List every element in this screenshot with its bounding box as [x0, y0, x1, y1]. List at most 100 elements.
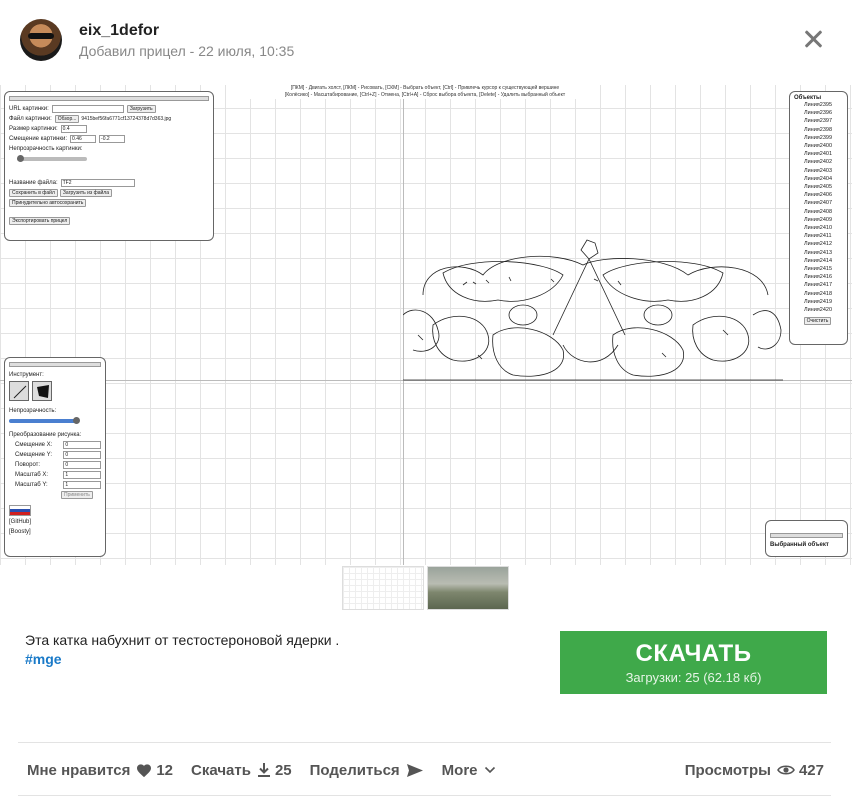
objects-list: Линия2395 Линия2396 Линия2397 Линия2398 Лини… [794, 101, 843, 314]
filename-input[interactable]: TF2 [60, 179, 135, 187]
like-label: Мне нравится [27, 761, 131, 779]
hint-line-2: [Колёсико] - Масштабирование, [Ctrl+Z] -… [284, 92, 566, 98]
divider [18, 742, 831, 743]
download-action-label: Скачать [191, 761, 251, 779]
scale-y-label: Масштаб Y: [15, 482, 48, 488]
browse-button[interactable]: Обзор... [54, 115, 80, 123]
offset-y-field[interactable]: 0 [63, 451, 101, 459]
object-list-item[interactable]: Линия2414 [794, 257, 843, 265]
object-list-item[interactable]: Линия2405 [794, 183, 843, 191]
chevron-down-icon [484, 766, 496, 774]
download-button[interactable]: СКАЧАТЬ Загрузки: 25 (62.18 кб) [560, 631, 827, 694]
tool-opacity-slider[interactable] [9, 417, 80, 424]
object-list-item[interactable]: Линия2419 [794, 298, 843, 306]
size-input[interactable]: 0.4 [60, 125, 87, 133]
selected-object-title: Выбранный объект [770, 542, 829, 548]
object-list-item[interactable]: Линия2412 [794, 240, 843, 248]
object-list-item[interactable]: Линия2403 [794, 167, 843, 175]
object-list-item[interactable]: Линия2411 [794, 232, 843, 240]
offset-x-field[interactable]: 0 [63, 441, 101, 449]
like-button[interactable]: Мне нравится 12 [27, 762, 173, 779]
avatar[interactable] [20, 19, 62, 61]
action-bar: Мне нравится 12 Скачать 25 Поделиться Mo… [27, 760, 514, 780]
settings-panel: URL картинки: Загрузить Файл картинки: Обз… [4, 91, 214, 241]
send-icon [406, 763, 424, 778]
scale-x-label: Масштаб X: [15, 472, 49, 478]
url-input[interactable] [51, 105, 124, 113]
download-title: СКАЧАТЬ [635, 640, 752, 667]
save-file-button[interactable]: Сохранить в файл [9, 189, 58, 197]
hashtag-link[interactable]: #mge [25, 651, 339, 667]
instrument-label: Инструмент: [9, 372, 44, 378]
thumbnail-1[interactable] [342, 566, 424, 610]
rotate-label: Поворот: [15, 462, 41, 468]
size-label: Размер картинки: [9, 126, 58, 132]
offset-label: Смещение картинки: [9, 136, 68, 142]
object-list-item[interactable]: Линия2401 [794, 150, 843, 158]
main-image[interactable]: [ПКМ] - Двигать холст, [ЛКМ] - Рисовать,… [0, 85, 852, 565]
clear-button[interactable]: Очистить [803, 317, 832, 326]
post-header: eix_1defor Добавил прицел - 22 июля, 10:… [20, 16, 294, 64]
image-opacity-slider[interactable] [17, 155, 87, 162]
scale-x-field[interactable]: 1 [63, 471, 101, 479]
scale-y-field[interactable]: 1 [63, 481, 101, 489]
panel-drag-handle[interactable] [9, 96, 209, 101]
object-list-item[interactable]: Линия2406 [794, 191, 843, 199]
username[interactable]: eix_1defor [79, 21, 294, 41]
download-count-text: Загрузки: 25 (62.18 кб) [625, 670, 762, 685]
eye-icon [777, 764, 795, 776]
panel-drag-handle[interactable] [9, 362, 101, 367]
views-label: Просмотры [684, 761, 771, 779]
post-description: Эта катка набухнит от тестостероновой яд… [25, 632, 339, 667]
object-list-item[interactable]: Линия2415 [794, 265, 843, 273]
object-list-item[interactable]: Линия2410 [794, 224, 843, 232]
object-list-item[interactable]: Линия2402 [794, 158, 843, 166]
language-flag-icon[interactable] [9, 505, 31, 516]
hint-line-1: [ПКМ] - Двигать холст, [ЛКМ] - Рисовать,… [290, 85, 560, 91]
offset-x-input[interactable]: 0.46 [70, 135, 97, 143]
file-name: 9415bef56fa6771cf13724378d7d363.jpg [81, 116, 172, 122]
more-label: More [441, 761, 478, 779]
object-list-item[interactable]: Линия2417 [794, 281, 843, 289]
object-list-item[interactable]: Линия2420 [794, 306, 843, 314]
object-list-item[interactable]: Линия2397 [794, 117, 843, 125]
file-label: Файл картинки: [9, 116, 52, 122]
load-file-button[interactable]: Загрузить из файла [59, 189, 112, 197]
object-list-item[interactable]: Линия2409 [794, 216, 843, 224]
fill-tool-icon[interactable] [32, 381, 52, 401]
share-button[interactable]: Поделиться [310, 762, 424, 779]
views-counter: Просмотры 427 [685, 760, 824, 780]
object-list-item[interactable]: Линия2395 [794, 101, 843, 109]
load-url-button[interactable]: Загрузить [126, 105, 156, 113]
more-button[interactable]: More [442, 762, 496, 779]
offset-y-input[interactable]: -0.2 [99, 135, 126, 143]
views-count: 427 [798, 761, 824, 779]
heart-icon [136, 763, 152, 778]
object-list-item[interactable]: Линия2404 [794, 175, 843, 183]
objects-panel: Объекты Линия2395 Линия2396 Линия2397 Линия… [789, 91, 848, 345]
object-list-item[interactable]: Линия2418 [794, 290, 843, 298]
rotate-field[interactable]: 0 [63, 461, 101, 469]
close-icon[interactable] [802, 28, 824, 50]
object-list-item[interactable]: Линия2416 [794, 273, 843, 281]
github-link[interactable]: [GitHub] [9, 518, 101, 526]
line-tool-icon[interactable] [9, 381, 29, 401]
object-list-item[interactable]: Линия2398 [794, 126, 843, 134]
autosave-button[interactable]: Принудительно автосохранить [9, 199, 87, 207]
object-list-item[interactable]: Линия2400 [794, 142, 843, 150]
boosty-link[interactable]: [Boosty] [9, 528, 101, 536]
object-list-item[interactable]: Линия2399 [794, 134, 843, 142]
panel-drag-handle[interactable] [770, 533, 843, 538]
object-list-item[interactable]: Линия2396 [794, 109, 843, 117]
thumbnail-2[interactable] [427, 566, 509, 610]
tool-opacity-label: Непрозрачность: [9, 408, 57, 414]
object-list-item[interactable]: Линия2408 [794, 208, 843, 216]
crosshair-drawing [403, 239, 783, 381]
object-list-item[interactable]: Линия2407 [794, 199, 843, 207]
object-list-item[interactable]: Линия2413 [794, 249, 843, 257]
download-action-button[interactable]: Скачать 25 [191, 762, 292, 779]
apply-button[interactable]: Применить [61, 491, 93, 499]
description-text: Эта катка набухнит от тестостероновой яд… [25, 632, 340, 648]
transform-label: Преобразование рисунка: [9, 432, 82, 438]
export-button[interactable]: Экспортировать прицел [9, 217, 71, 225]
